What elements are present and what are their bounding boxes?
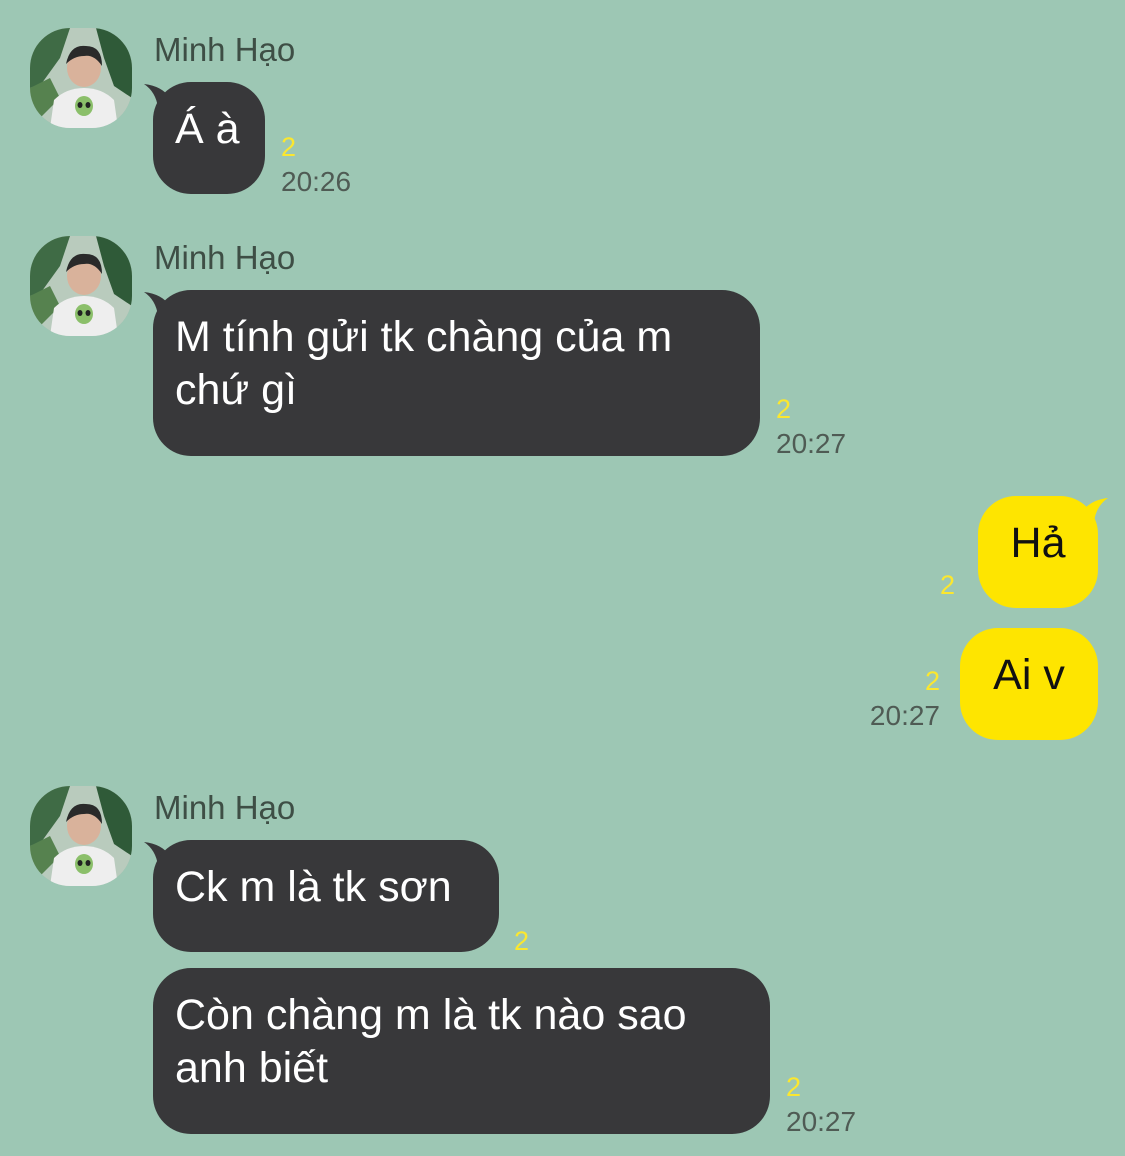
message-text: Á à (175, 105, 240, 153)
avatar-photo (30, 786, 132, 886)
message-bubble[interactable]: Á à (153, 82, 265, 194)
message-bubble[interactable]: M tính gửi tk chàng của m chứ gì (153, 290, 760, 456)
unread-count: 2 (776, 394, 792, 424)
unread-count: 2 (786, 1072, 802, 1102)
sender-name: Minh Hạo (154, 789, 296, 826)
message-text-line: Còn chàng m là tk nào sao (175, 991, 687, 1039)
sender-avatar[interactable] (30, 28, 132, 128)
message-bubble[interactable]: Hả (978, 496, 1098, 608)
message-time: 20:27 (786, 1106, 857, 1137)
message-bubble[interactable]: Ai v (960, 628, 1098, 740)
message-text-line: M tính gửi tk chàng của m (175, 313, 673, 361)
message-time: 20:26 (281, 166, 352, 197)
sender-name: Minh Hạo (154, 239, 296, 276)
message-time: 20:27 (776, 428, 847, 459)
avatar-photo (30, 28, 132, 128)
message-text-line: anh biết (175, 1044, 329, 1092)
unread-count: 2 (281, 132, 297, 162)
message-bubble[interactable]: Còn chàng m là tk nào sao anh biết (153, 968, 770, 1134)
message-text: Hả (1010, 519, 1066, 567)
avatar-photo (30, 236, 132, 336)
unread-count: 2 (514, 926, 530, 956)
chat-view: Minh Hạo Á à 2 20:26 Minh Hạo M tính gửi… (0, 0, 1125, 1156)
sender-avatar[interactable] (30, 236, 132, 336)
sender-name: Minh Hạo (154, 31, 296, 68)
message-bubble[interactable]: Ck m là tk sơn (153, 840, 499, 952)
unread-count: 2 (924, 666, 940, 696)
message-text-line: chứ gì (175, 366, 298, 414)
unread-count: 2 (940, 570, 956, 600)
sender-avatar[interactable] (30, 786, 132, 886)
message-time: 20:27 (869, 700, 940, 731)
message-text: Ai v (993, 651, 1065, 699)
message-text: Ck m là tk sơn (175, 863, 452, 911)
